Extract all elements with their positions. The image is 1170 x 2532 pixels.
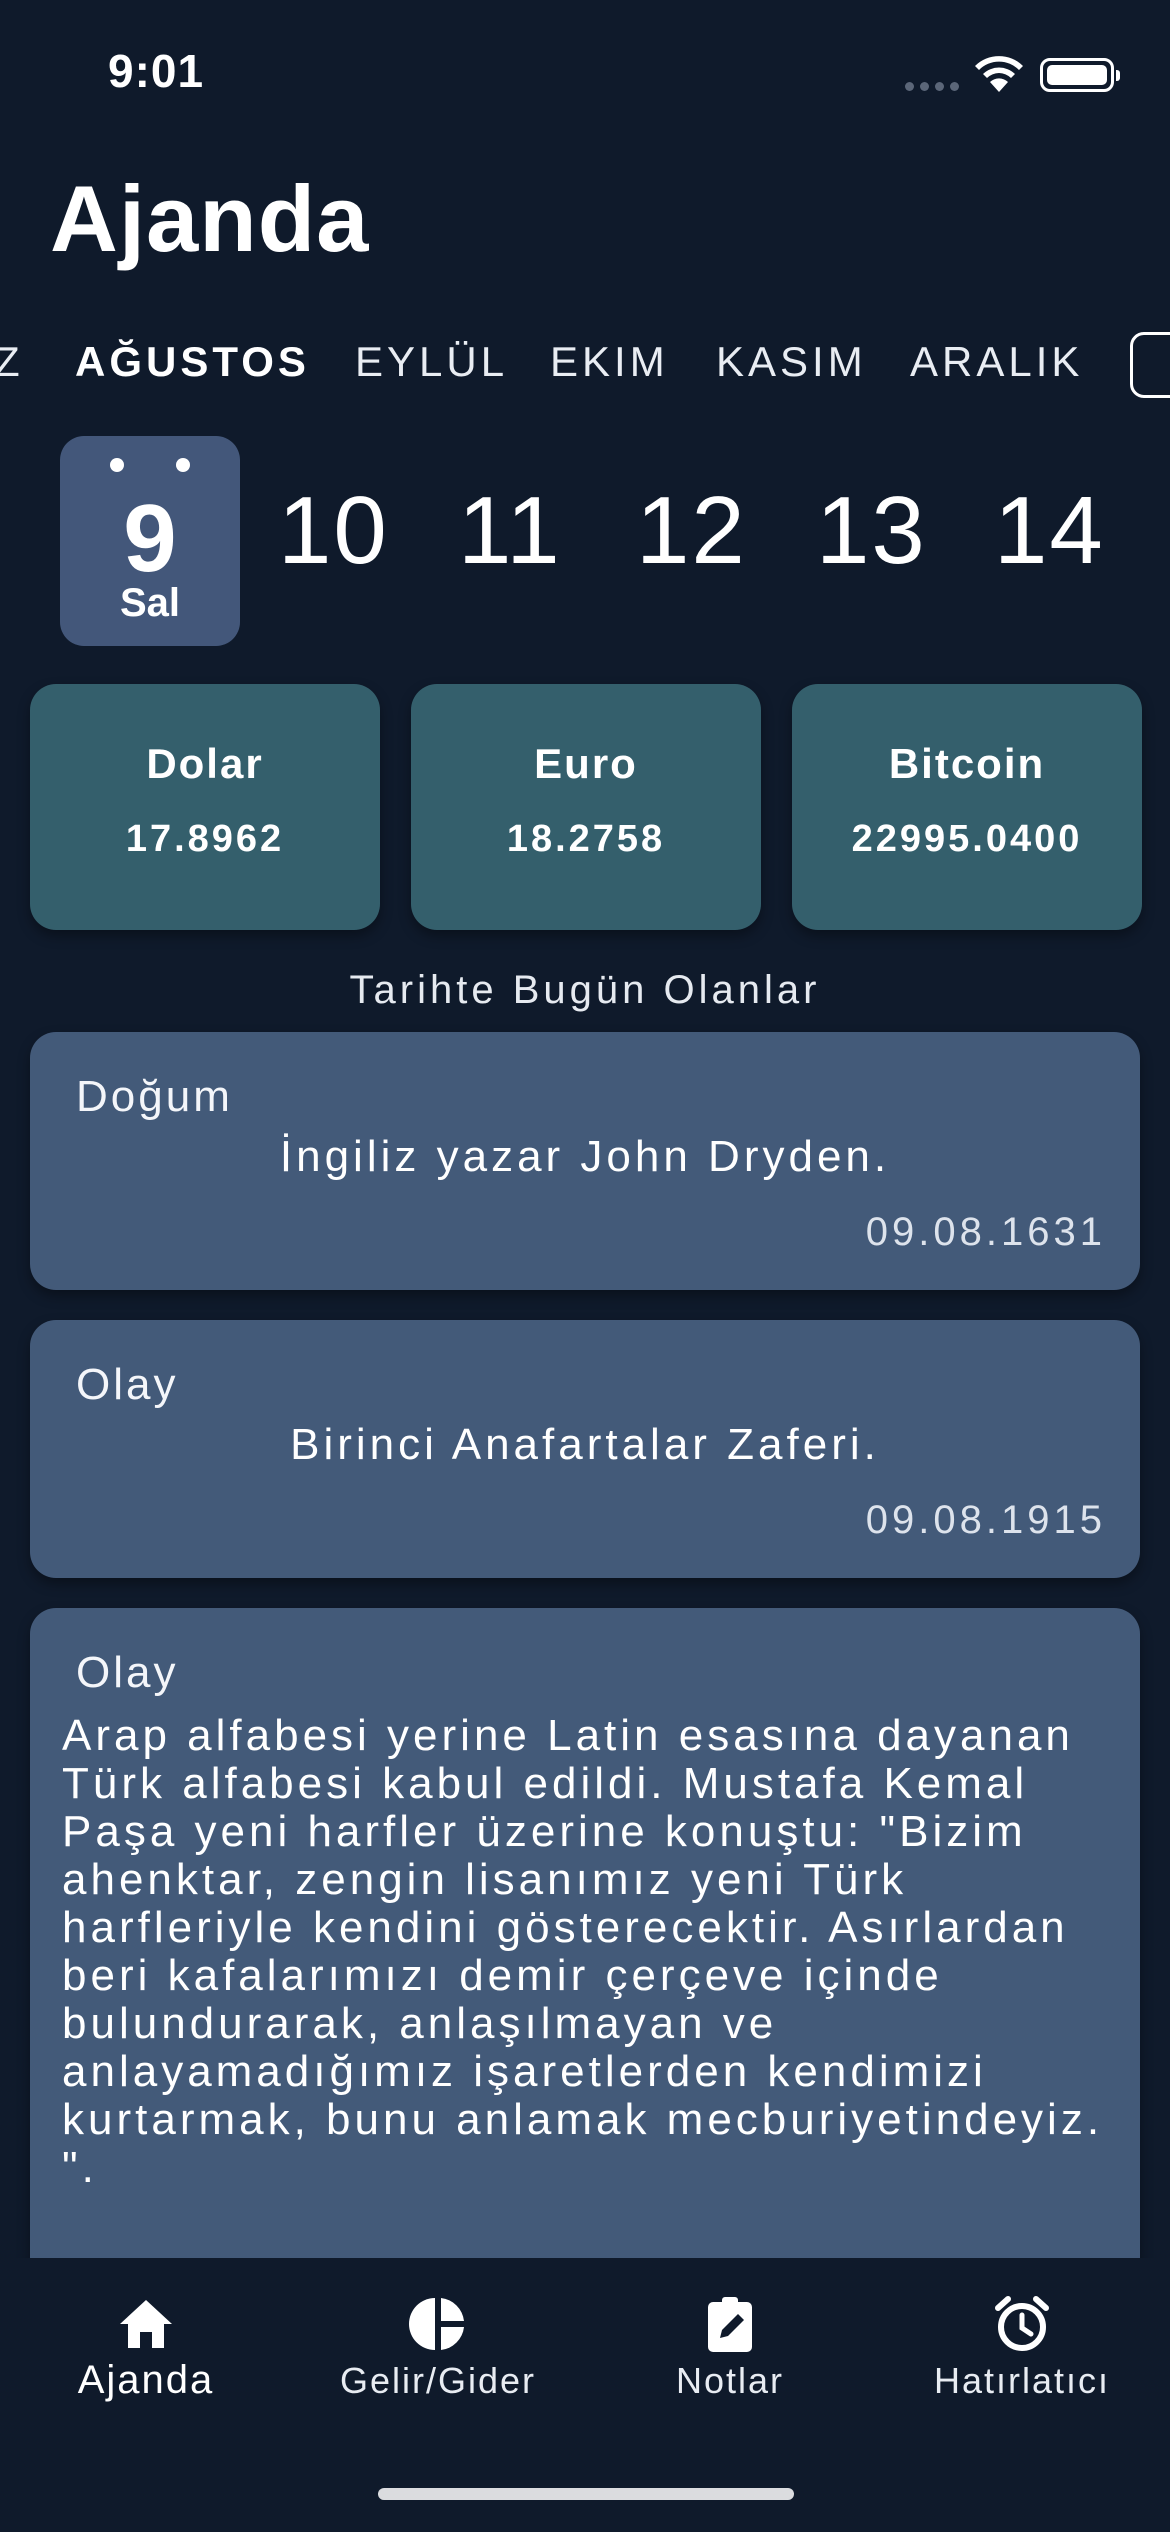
status-time: 9:01: [108, 45, 205, 97]
page-title: Ajanda: [50, 166, 370, 271]
month-item-kasim[interactable]: KASIM: [716, 338, 867, 386]
history-event-card: Olay Birinci Anafartalar Zaferi. 09.08.1…: [30, 1320, 1140, 1578]
event-type: Doğum: [76, 1072, 233, 1121]
home-icon: [120, 2300, 172, 2348]
tab-hatirlatici[interactable]: Hatırlatıcı: [876, 2258, 1168, 2408]
month-item-agustos[interactable]: AĞUSTOS: [75, 338, 310, 386]
calendar-ring-icon: [110, 458, 124, 472]
day-item[interactable]: 14: [994, 476, 1105, 586]
clipboard-edit-icon: [708, 2297, 752, 2352]
tab-label: Ajanda: [77, 2358, 215, 2402]
history-event-card: Doğum İngiliz yazar John Dryden. 09.08.1…: [30, 1032, 1140, 1290]
tab-label: Notlar: [675, 2360, 785, 2401]
event-text: Arap alfabesi yerine Latin esasına dayan…: [62, 1711, 1104, 2192]
calendar-ring-icon: [176, 458, 190, 472]
event-text: İngiliz yazar John Dryden.: [279, 1132, 891, 1181]
event-type: Olay: [76, 1360, 179, 1409]
wifi-icon: [975, 56, 1023, 92]
day-item[interactable]: 12: [636, 476, 747, 586]
currency-value: 18.2758: [506, 818, 666, 860]
day-item[interactable]: 13: [816, 476, 927, 586]
event-text: Birinci Anafartalar Zaferi.: [290, 1420, 880, 1469]
currency-card-bitcoin: Bitcoin 22995.0400: [792, 684, 1142, 930]
pie-chart-icon: [409, 2298, 464, 2350]
selected-day-weekday: Sal: [119, 581, 181, 625]
tab-label: Gelir/Gider: [339, 2360, 537, 2401]
event-date: 09.08.1915: [865, 1498, 1106, 1542]
day-item[interactable]: 10: [278, 476, 389, 586]
status-bar: 9:01: [0, 0, 1170, 140]
currency-cards: Dolar 17.8962 Euro 18.2758 Bitcoin 22995…: [30, 684, 1142, 930]
month-item-eylul[interactable]: EYLÜL: [355, 338, 508, 386]
day-selector[interactable]: 9 Sal 10 11 12 13 14: [0, 436, 1170, 648]
event-date: 09.08.1631: [865, 1210, 1106, 1254]
currency-value: 17.8962: [125, 818, 285, 860]
day-item[interactable]: 11: [458, 476, 562, 586]
history-section-title: Tarihte Bugün Olanlar: [349, 968, 821, 1012]
tab-ajanda[interactable]: Ajanda: [0, 2258, 292, 2408]
currency-name: Bitcoin: [888, 740, 1046, 787]
tab-label: Hatırlatıcı: [933, 2360, 1111, 2401]
month-item-aralik[interactable]: ARALIK: [910, 338, 1083, 386]
currency-value: 22995.0400: [851, 818, 1083, 860]
battery-icon: [1040, 58, 1120, 92]
alarm-clock-icon: [995, 2296, 1049, 2351]
currency-card-dolar: Dolar 17.8962: [30, 684, 380, 930]
tab-notlar[interactable]: Notlar: [584, 2258, 876, 2408]
home-indicator[interactable]: [378, 2488, 794, 2500]
currency-name: Dolar: [146, 740, 264, 787]
history-event-card: Olay Arap alfabesi yerine Latin esasına …: [30, 1608, 1140, 2288]
month-item-ekim[interactable]: EKIM: [550, 338, 669, 386]
cellular-signal-icon: [905, 82, 961, 92]
month-scroll-edge-item[interactable]: [1130, 332, 1170, 398]
currency-card-euro: Euro 18.2758: [411, 684, 761, 930]
selected-day-number: 9: [123, 485, 177, 592]
month-selector[interactable]: Z AĞUSTOS EYLÜL EKIM KASIM ARALIK: [0, 330, 1170, 402]
tab-gelir-gider[interactable]: Gelir/Gider: [292, 2258, 584, 2408]
month-item-partial[interactable]: Z: [0, 338, 24, 386]
event-type: Olay: [76, 1648, 179, 1697]
currency-name: Euro: [534, 740, 638, 787]
selected-day[interactable]: 9 Sal: [60, 436, 240, 646]
